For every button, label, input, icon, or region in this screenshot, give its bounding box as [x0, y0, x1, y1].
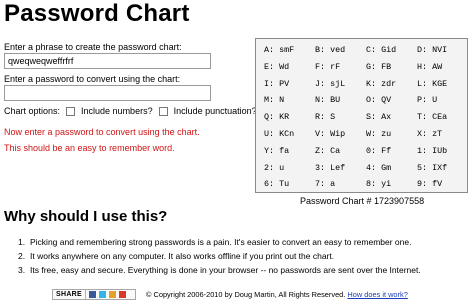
chart-cell: C: Gid: [366, 45, 397, 55]
chart-cell: Q: KR: [264, 112, 290, 123]
chart-cell: 8: yi: [366, 179, 392, 190]
chart-cell: G: FB: [366, 61, 392, 72]
chart-cell: M: N: [264, 95, 285, 106]
twitter-icon[interactable]: [99, 291, 107, 298]
footer: © Copyright 2006-2010 by Doug Martin, Al…: [146, 290, 408, 299]
chart-cell: B: ved: [315, 45, 346, 55]
phrase-input[interactable]: [4, 53, 211, 69]
include-numbers-checkbox[interactable]: [66, 106, 76, 116]
chart-cell: W: zu: [366, 129, 392, 139]
list-item-text: Picking and remembering strong passwords…: [30, 237, 412, 247]
chart-cell: K: zdr: [366, 78, 397, 89]
chart-cell: Y: fa: [264, 145, 290, 156]
chart-cell: 6: Tu: [264, 179, 290, 190]
chart-cell: J: sjL: [315, 78, 346, 89]
chart-cell: 4: Gm: [366, 162, 392, 173]
copyright-text: © Copyright 2006-2010 by Doug Martin, Al…: [146, 290, 346, 299]
chart-cell: H: AW: [417, 61, 443, 72]
share-separator: [85, 290, 87, 299]
share-button[interactable]: SHARE: [52, 289, 136, 300]
chart-cell: 5: IXf: [417, 162, 448, 173]
chart-cell: E: Wd: [264, 61, 290, 72]
chart-cell: 3: Lef: [315, 162, 346, 173]
why-heading: Why should I use this?: [4, 208, 168, 225]
list-item-text: It works anywhere on any computer. It al…: [30, 251, 335, 261]
chart-cell: F: rF: [315, 61, 341, 72]
share-label[interactable]: SHARE: [53, 291, 85, 298]
chart-cell: V: Wip: [315, 129, 346, 139]
chart-cell: 0: Ff: [366, 145, 392, 156]
email-icon[interactable]: [109, 291, 117, 298]
chart-caption: Password Chart # 1723907558: [300, 196, 425, 206]
list-item-number: 3.: [18, 265, 26, 275]
password-input[interactable]: [4, 85, 211, 101]
chart-options-row: Chart options: Include numbers? Include …: [4, 106, 257, 116]
list-item-text: Its free, easy and secure. Everything is…: [30, 265, 421, 275]
chart-cell: 1: IUb: [417, 145, 448, 156]
password-chart: A: smF B: ved C: Gid D: NVI E: Wd F: rF G: FB H…: [255, 38, 468, 193]
chart-cell: D: NVI: [417, 45, 448, 55]
chart-cell: X: zT: [417, 129, 443, 139]
page-title: Password Chart: [4, 0, 190, 27]
chart-cell: T: CEa: [417, 112, 448, 123]
instruction-message: Now enter a password to convert using th…: [4, 127, 200, 137]
chart-cell: I: PV: [264, 78, 290, 89]
bookmark-icon[interactable]: [119, 291, 127, 298]
how-it-works-link[interactable]: How does it work?: [347, 290, 407, 299]
chart-cell: 2: u: [264, 162, 285, 173]
password-label: Enter a password to convert using the ch…: [4, 74, 181, 84]
include-numbers-label[interactable]: Include numbers?: [81, 106, 153, 116]
chart-cell: 7: a: [315, 179, 336, 190]
hint-message: This should be an easy to remember word.: [4, 143, 175, 153]
chart-cell: R: S: [315, 112, 336, 123]
chart-cell: Z: Ca: [315, 145, 341, 156]
include-punctuation-checkbox[interactable]: [158, 106, 168, 116]
phrase-label: Enter a phrase to create the password ch…: [4, 42, 182, 52]
list-item-number: 1.: [18, 237, 26, 247]
chart-cell: P: U: [417, 95, 438, 106]
chart-cell: A: smF: [264, 45, 295, 55]
chart-cell: O: QV: [366, 95, 392, 106]
include-punctuation-label[interactable]: Include punctuation?: [174, 106, 257, 116]
chart-options-label: Chart options:: [4, 106, 61, 116]
chart-cell: L: KGE: [417, 78, 448, 89]
list-item-number: 2.: [18, 251, 26, 261]
chart-cell: U: KCn: [264, 129, 295, 139]
chart-cell: S: Ax: [366, 112, 392, 123]
chart-cell: 9: fV: [417, 179, 443, 190]
facebook-icon[interactable]: [89, 291, 97, 298]
chart-cell: N: BU: [315, 95, 341, 106]
